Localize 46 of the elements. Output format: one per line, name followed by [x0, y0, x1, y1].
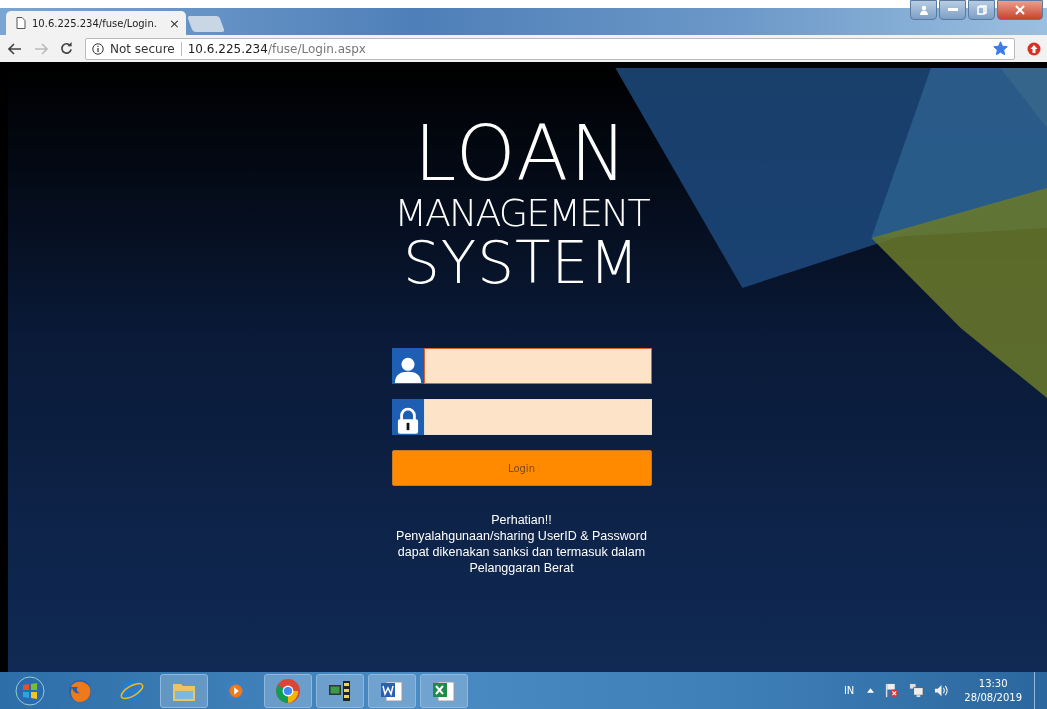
- taskbar-app[interactable]: [316, 673, 364, 708]
- taskbar-app[interactable]: [368, 673, 416, 708]
- new-tab-button[interactable]: [187, 16, 225, 32]
- login-button[interactable]: Login: [391, 450, 652, 486]
- info-icon: [92, 42, 104, 55]
- lock-icon: [396, 407, 419, 435]
- tab-title: 10.6.225.234/fuse/Login.: [32, 17, 158, 29]
- star-icon[interactable]: [993, 41, 1008, 56]
- chrome-icon: [275, 677, 301, 704]
- security-label: Not secure: [110, 41, 175, 56]
- close-tab-button[interactable]: ×: [169, 15, 180, 31]
- restore-icon: [976, 5, 987, 15]
- user-button[interactable]: [910, 0, 937, 20]
- url-text: 10.6.225.234/fuse/Login.aspx: [187, 41, 366, 56]
- restore-button[interactable]: [968, 0, 995, 20]
- e-logo-icon: [120, 678, 144, 703]
- password-field[interactable]: [423, 399, 652, 435]
- clock-date[interactable]: 28/08/2019: [964, 690, 1022, 705]
- close-icon: [1015, 5, 1025, 15]
- spreadsheet-icon: [432, 678, 456, 703]
- speaker-icon[interactable]: [934, 683, 950, 698]
- caret-icon[interactable]: [867, 688, 875, 693]
- person-icon: [918, 5, 929, 15]
- network-icon[interactable]: [909, 683, 925, 698]
- fox-globe-icon: [68, 678, 92, 703]
- document-icon: [380, 678, 404, 703]
- logo-text: LOAN: [414, 116, 629, 192]
- minimize-button[interactable]: [939, 0, 966, 20]
- back-icon[interactable]: [8, 42, 22, 55]
- clock-time[interactable]: 13:30: [978, 676, 1008, 691]
- windows-logo-icon: [15, 675, 45, 706]
- address-field[interactable]: Not secure 10.6.225.234/fuse/Login.aspx: [85, 37, 1015, 60]
- close-button[interactable]: [997, 0, 1043, 20]
- monitor-icon: [328, 678, 352, 703]
- logo-text: SYSTEM: [402, 234, 641, 292]
- language-indicator[interactable]: IN: [843, 685, 855, 696]
- username-field[interactable]: [423, 348, 652, 384]
- warning-notice: Perhatian!! Penyalahgunaan/sharing UserID & Password dapat dikenakan sanksi dan termasuk dalam Pelanggaran Berat: [396, 512, 647, 576]
- minimize-icon: [947, 8, 958, 12]
- flag-icon[interactable]: [884, 683, 900, 698]
- play-icon: [225, 679, 247, 702]
- extension-icon[interactable]: [1027, 41, 1041, 56]
- reload-icon[interactable]: [60, 42, 73, 55]
- browser-tab[interactable]: 10.6.225.234/fuse/Login. ×: [6, 11, 186, 35]
- logo-text: MANAGEMENT: [394, 194, 649, 232]
- page-icon: [16, 17, 26, 29]
